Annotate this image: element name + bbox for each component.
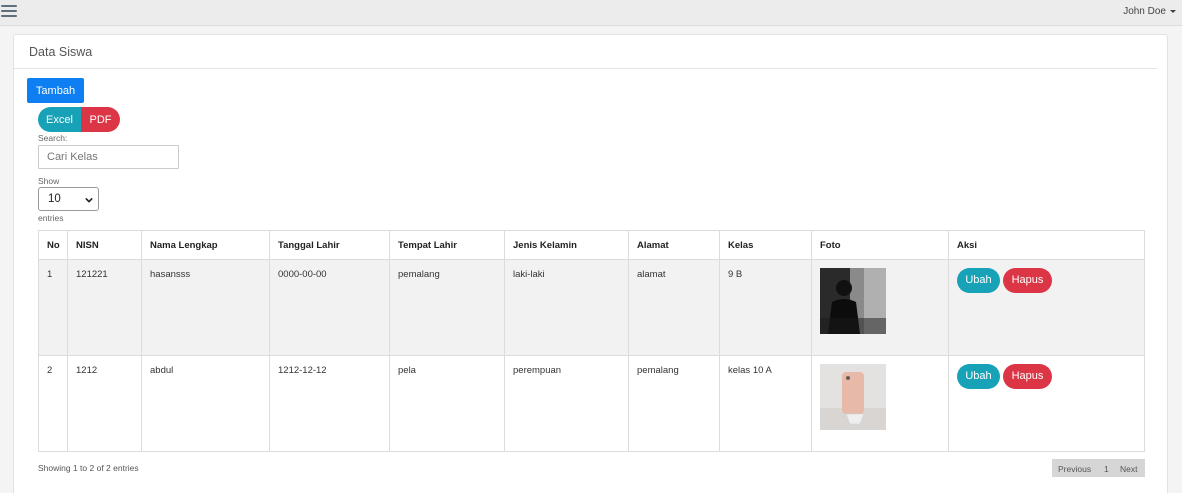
caret-down-icon — [1170, 9, 1176, 13]
cell-no: 1 — [38, 259, 68, 356]
add-button[interactable]: Tambah — [27, 78, 84, 103]
user-name: John Doe — [1123, 6, 1166, 17]
student-photo — [820, 268, 886, 334]
col-header-alamat[interactable]: Alamat — [628, 230, 720, 260]
search-input[interactable] — [38, 145, 179, 169]
cell-aksi: Ubah Hapus — [948, 355, 1145, 452]
chevron-down-icon — [85, 197, 93, 203]
cell-aksi: Ubah Hapus — [948, 259, 1145, 356]
cell-nisn: 121221 — [67, 259, 142, 356]
cell-tempat: pela — [389, 355, 505, 452]
export-excel-button[interactable]: Excel — [38, 107, 81, 132]
edit-button[interactable]: Ubah — [957, 268, 1000, 293]
col-header-nama[interactable]: Nama Lengkap — [141, 230, 270, 260]
entries-select[interactable]: 10 — [38, 187, 99, 211]
pagination: Previous 1 Next — [1052, 459, 1145, 477]
delete-button[interactable]: Hapus — [1003, 268, 1052, 293]
pagination-next[interactable]: Next — [1120, 464, 1137, 474]
cell-kelas: 9 B — [719, 259, 812, 356]
table-header-row: No NISN Nama Lengkap Tanggal Lahir Tempa… — [38, 230, 1145, 260]
cell-tempat: pemalang — [389, 259, 505, 356]
delete-button[interactable]: Hapus — [1003, 364, 1052, 389]
col-header-no[interactable]: No — [38, 230, 68, 260]
top-navbar: John Doe — [0, 0, 1182, 26]
cell-nama: abdul — [141, 355, 270, 452]
col-header-jenis[interactable]: Jenis Kelamin — [504, 230, 629, 260]
cell-jenis: laki-laki — [504, 259, 629, 356]
cell-tanggal: 0000-00-00 — [269, 259, 390, 356]
col-header-kelas[interactable]: Kelas — [719, 230, 812, 260]
table-row: 1 121221 hasansss 0000-00-00 pemalang la… — [38, 259, 1145, 356]
col-header-tanggal[interactable]: Tanggal Lahir — [269, 230, 390, 260]
cell-nisn: 1212 — [67, 355, 142, 452]
col-header-aksi[interactable]: Aksi — [948, 230, 1145, 260]
cell-nama: hasansss — [141, 259, 270, 356]
table-row: 2 1212 abdul 1212-12-12 pela perempuan p… — [38, 355, 1145, 452]
menu-icon[interactable] — [1, 5, 17, 19]
cell-foto — [811, 355, 949, 452]
cell-alamat: alamat — [628, 259, 720, 356]
show-label: Show — [38, 176, 60, 186]
students-table: No NISN Nama Lengkap Tanggal Lahir Tempa… — [38, 230, 1145, 452]
cell-alamat: pemalang — [628, 355, 720, 452]
student-photo — [820, 364, 886, 430]
col-header-nisn[interactable]: NISN — [67, 230, 142, 260]
cell-tanggal: 1212-12-12 — [269, 355, 390, 452]
cell-jenis: perempuan — [504, 355, 629, 452]
cell-foto — [811, 259, 949, 356]
cell-kelas: kelas 10 A — [719, 355, 812, 452]
user-menu[interactable]: John Doe — [1123, 6, 1176, 17]
export-pdf-button[interactable]: PDF — [81, 107, 120, 132]
cell-no: 2 — [38, 355, 68, 452]
table-info: Showing 1 to 2 of 2 entries — [38, 463, 139, 473]
entries-label: entries — [38, 213, 64, 223]
panel-title: Data Siswa — [29, 45, 93, 59]
edit-button[interactable]: Ubah — [957, 364, 1000, 389]
col-header-foto[interactable]: Foto — [811, 230, 949, 260]
data-siswa-panel: Data Siswa Tambah Excel PDF Search: Show… — [13, 34, 1168, 493]
divider — [14, 68, 1157, 69]
col-header-tempat[interactable]: Tempat Lahir — [389, 230, 505, 260]
entries-select-value: 10 — [48, 193, 61, 205]
pagination-page[interactable]: 1 — [1104, 464, 1109, 474]
search-label: Search: — [38, 133, 68, 143]
pagination-previous[interactable]: Previous — [1058, 464, 1091, 474]
